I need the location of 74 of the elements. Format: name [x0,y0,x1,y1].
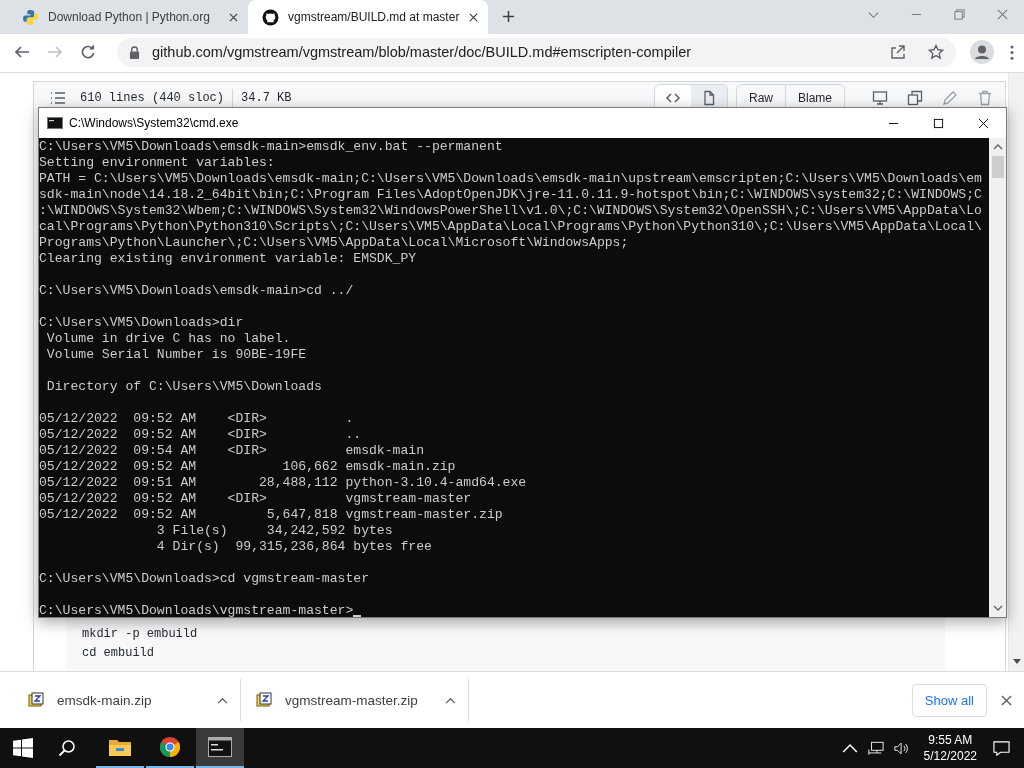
python-logo-icon [22,8,39,26]
console-line: cal\Programs\Python\Python310\Scripts\;C:\Users\VM5\AppData\Local\Programs\Python\Python310\;C:\Users\VM5\AppData\Local\ [39,219,982,235]
console-line: 05/12/2022 09:51 AM 28,488,112 python-3.10.4-amd64.exe [39,475,527,491]
volume-icon[interactable] [893,740,910,756]
console-line: sdk-main\node\14.18.2_64bit\bin;C:\Program Files\AdoptOpenJDK\jre-11.0.11.9-hotspot\bin;C:\WINDOWS\system32;C:\WINDOWS;C [39,187,982,203]
console-line: :\WINDOWS\System32\Wbem;C:\WINDOWS\System32\WindowsPowerShell\v1.0\;C:\WINDOWS\System32\OpenSSH\;C:\Users\VM5\AppData\Lo [39,203,982,219]
console-line: C:\Users\VM5\Downloads\vgmstream-master> [39,603,354,617]
download-item[interactable]: vgmstream-master.zip [248,692,468,708]
browser-tab[interactable]: vgmstream/BUILD.md at master [248,0,488,34]
menu-icon[interactable] [1010,44,1014,60]
scroll-down-icon[interactable] [992,605,1003,611]
caret-up-icon[interactable] [217,696,228,704]
zip-file-icon [256,692,272,708]
network-icon[interactable] [867,740,884,756]
console-line: C:\Users\VM5\Downloads\emsdk-main>cd ../ [39,283,354,299]
console-icon [47,117,63,129]
list-icon[interactable] [50,91,66,105]
console-line: Volume in drive C has no label. [45,331,291,347]
scroll-up-icon[interactable] [992,144,1003,150]
copy-icon[interactable] [907,90,923,106]
search-icon[interactable] [58,739,76,757]
close-icon[interactable] [229,12,238,22]
console-scrollbar[interactable] [989,138,1006,617]
address-bar[interactable]: github.com/vgmstream/vgmstream/blob/master/doc/BUILD.md#emscripten-compiler [117,37,956,67]
zip-file-icon [28,692,44,708]
download-item[interactable]: emsdk-main.zip [20,692,240,708]
console-line: 3 File(s) 34,242,592 bytes [155,523,393,539]
profile-avatar-icon[interactable] [970,40,994,64]
lock-icon [129,45,140,59]
line-count: 610 lines (440 sloc) [80,91,225,105]
clock-date[interactable]: 5/12/2022 [923,748,977,764]
console-line: Volume Serial Number is 90BE-19FE [45,347,307,363]
console-line: 05/12/2022 09:52 AM 5,647,818 vgmstream-master.zip [39,507,503,523]
console-line: PATH = C:\Users\VM5\Downloads\emsdk-main;C:\Users\VM5\Downloads\emsdk-main\upstream\emscripten;C:\Users\VM5\Downloads\em [39,171,982,187]
pencil-icon[interactable] [942,90,958,106]
new-tab-icon[interactable] [502,10,515,23]
star-icon[interactable] [928,44,944,60]
notification-icon[interactable] [993,739,1010,757]
reload-icon[interactable] [80,44,96,60]
scrollbar[interactable] [1008,73,1024,671]
console-line: Programs\Python\Launcher\;C:\Users\VM5\AppData\Local\Microsoft\WindowsApps; [39,235,629,251]
console-line: 05/12/2022 09:54 AM <DIR> emsdk-main [39,443,425,459]
console-line: C:\Users\VM5\Downloads>dir [39,315,244,331]
console-line: 05/12/2022 09:52 AM 106,662 emsdk-main.zip [39,459,456,475]
code-line: mkdir -p embuild [82,626,199,643]
text-cursor [353,615,362,617]
caret-up-icon[interactable] [445,696,456,704]
scroll-thumb[interactable] [991,156,1004,178]
monitor-icon[interactable] [872,90,888,106]
trash-icon[interactable] [977,90,993,106]
console-line: Directory of C:\Users\VM5\Downloads [45,379,322,395]
back-arrow-icon[interactable] [14,44,30,60]
code-line: cd embuild [82,645,155,662]
console-line: C:\Users\VM5\Downloads\emsdk-main>emsdk_env.bat --permanent [39,139,503,155]
chrome-logo-icon [158,736,182,758]
close-icon[interactable] [1001,694,1012,706]
console-line: 05/12/2022 09:52 AM <DIR> vgmstream-master [39,491,472,507]
clock-time[interactable]: 9:55 AM [928,732,973,748]
console-line: Clearing existing environment variable: EMSDK_PY [39,251,417,267]
console-line: 05/12/2022 09:52 AM <DIR> .. [39,427,362,443]
share-icon[interactable] [890,44,906,60]
close-icon[interactable] [469,12,478,22]
console-icon [208,736,232,758]
file-size: 34.7 KB [241,91,292,105]
console-line: Setting environment variables: [39,155,275,171]
console-line: C:\Users\VM5\Downloads>cd vgmstream-master [39,571,370,587]
show-all-button[interactable]: Show all [911,683,987,717]
scroll-down-icon[interactable] [1012,659,1021,665]
console-line: 05/12/2022 09:52 AM <DIR> . [39,411,354,427]
window-title: C:\Windows\System32\cmd.exe [69,116,239,130]
browser-tab[interactable]: Download Python | Python.org [8,0,248,34]
console-line: 4 Dir(s) 99,315,236,864 bytes free [155,539,432,555]
taskbar-app[interactable] [196,728,244,768]
windows-logo-icon[interactable] [13,738,33,758]
